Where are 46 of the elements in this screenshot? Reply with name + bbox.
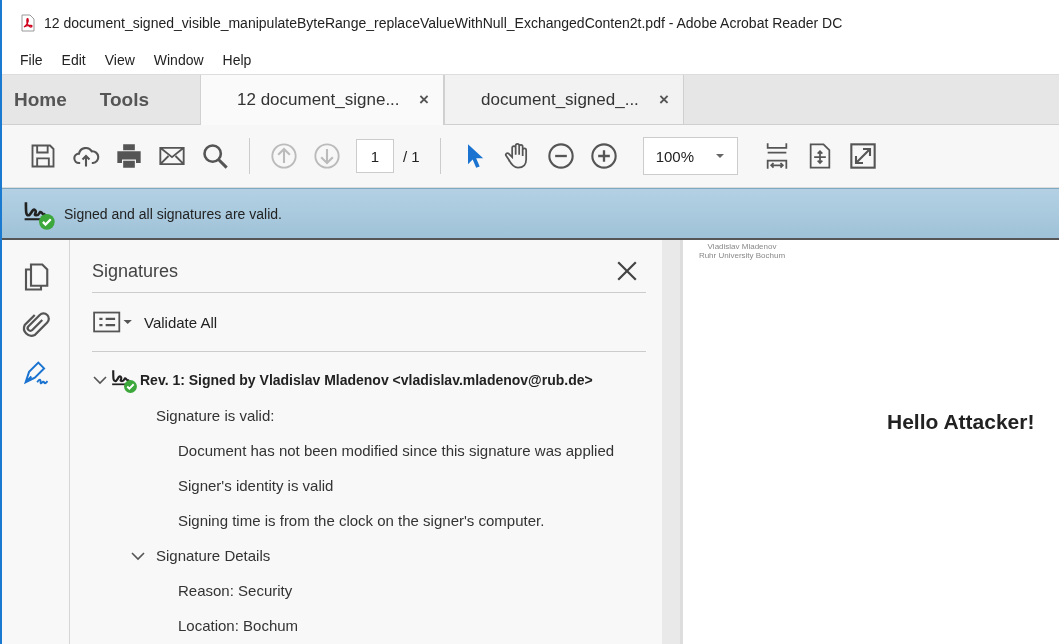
tab-label: document_signed_... [481,89,639,110]
page-total: / 1 [403,147,420,165]
validate-all-button[interactable]: Validate All [144,313,218,331]
chevron-icon[interactable] [92,375,108,385]
page-header-text: Vladislav Mladenov [707,242,777,251]
menu-item[interactable]: Edit [61,52,86,68]
page-number-field[interactable]: 1 [356,139,394,173]
scrollbar[interactable] [662,240,680,644]
page-header-text: Ruhr University Bochum [698,251,786,260]
menu-item[interactable]: Window [153,52,204,68]
tree-item: Document has not been modified since this signature was applied [178,442,615,459]
panel-title: Signatures [92,260,179,282]
zoom-out-icon[interactable] [546,142,575,170]
tree-item: Signer's identity is valid [178,477,334,494]
signature-entry[interactable]: Rev. 1: Signed by Vladislav Mladenov <vladislav.mladenov@rub.de> [92,362,646,398]
document-text: Hello Attacker! [887,410,1035,434]
caret-icon[interactable] [714,153,725,159]
nav-tab[interactable]: Home [14,88,67,111]
document-tab[interactable]: 12 document_signe... × [200,75,444,125]
close-tab-button[interactable]: × [659,89,669,110]
tree-item: Signature is valid: [156,407,275,424]
nav-tab[interactable]: Tools [99,88,150,111]
menu-item[interactable]: File [20,52,43,68]
list-options-icon[interactable] [92,309,134,335]
close-tab-button[interactable]: × [419,90,429,110]
tab-label: 12 document_signe... [237,90,400,110]
banner-message: Signed and all signatures are valid. [64,205,282,222]
menu-item[interactable]: View [104,52,135,68]
tree-item: Reason: Security [178,582,293,599]
window-title: 12 document_signed_visible_manipulateByteRange_replaceValueWithNull_ExchangedConten2t.pdf - Adobe Acrobat Reader DC [44,15,843,31]
menu-item[interactable]: Help [222,52,252,68]
document-tab[interactable]: document_signed_... × [444,75,684,124]
search-icon[interactable] [201,142,229,170]
tree-item: Signature Details [156,547,271,564]
paperclip-icon[interactable] [20,310,51,340]
signature-title: Rev. 1: Signed by Vladislav Mladenov <vladislav.mladenov@rub.de> [140,372,593,388]
close-icon[interactable] [616,260,638,282]
zoom-dropdown[interactable]: 100% [642,137,738,175]
pdf-file-icon [20,14,36,32]
chevron-icon[interactable] [130,550,146,561]
save-icon[interactable] [29,142,57,170]
tree-item: Location: Bochum [178,617,299,634]
zoom-in-icon[interactable] [589,142,618,170]
tree-item: Signing time is from the clock on the signer's computer. [178,512,545,529]
full-screen-icon[interactable] [848,142,877,170]
print-icon[interactable] [115,142,143,170]
